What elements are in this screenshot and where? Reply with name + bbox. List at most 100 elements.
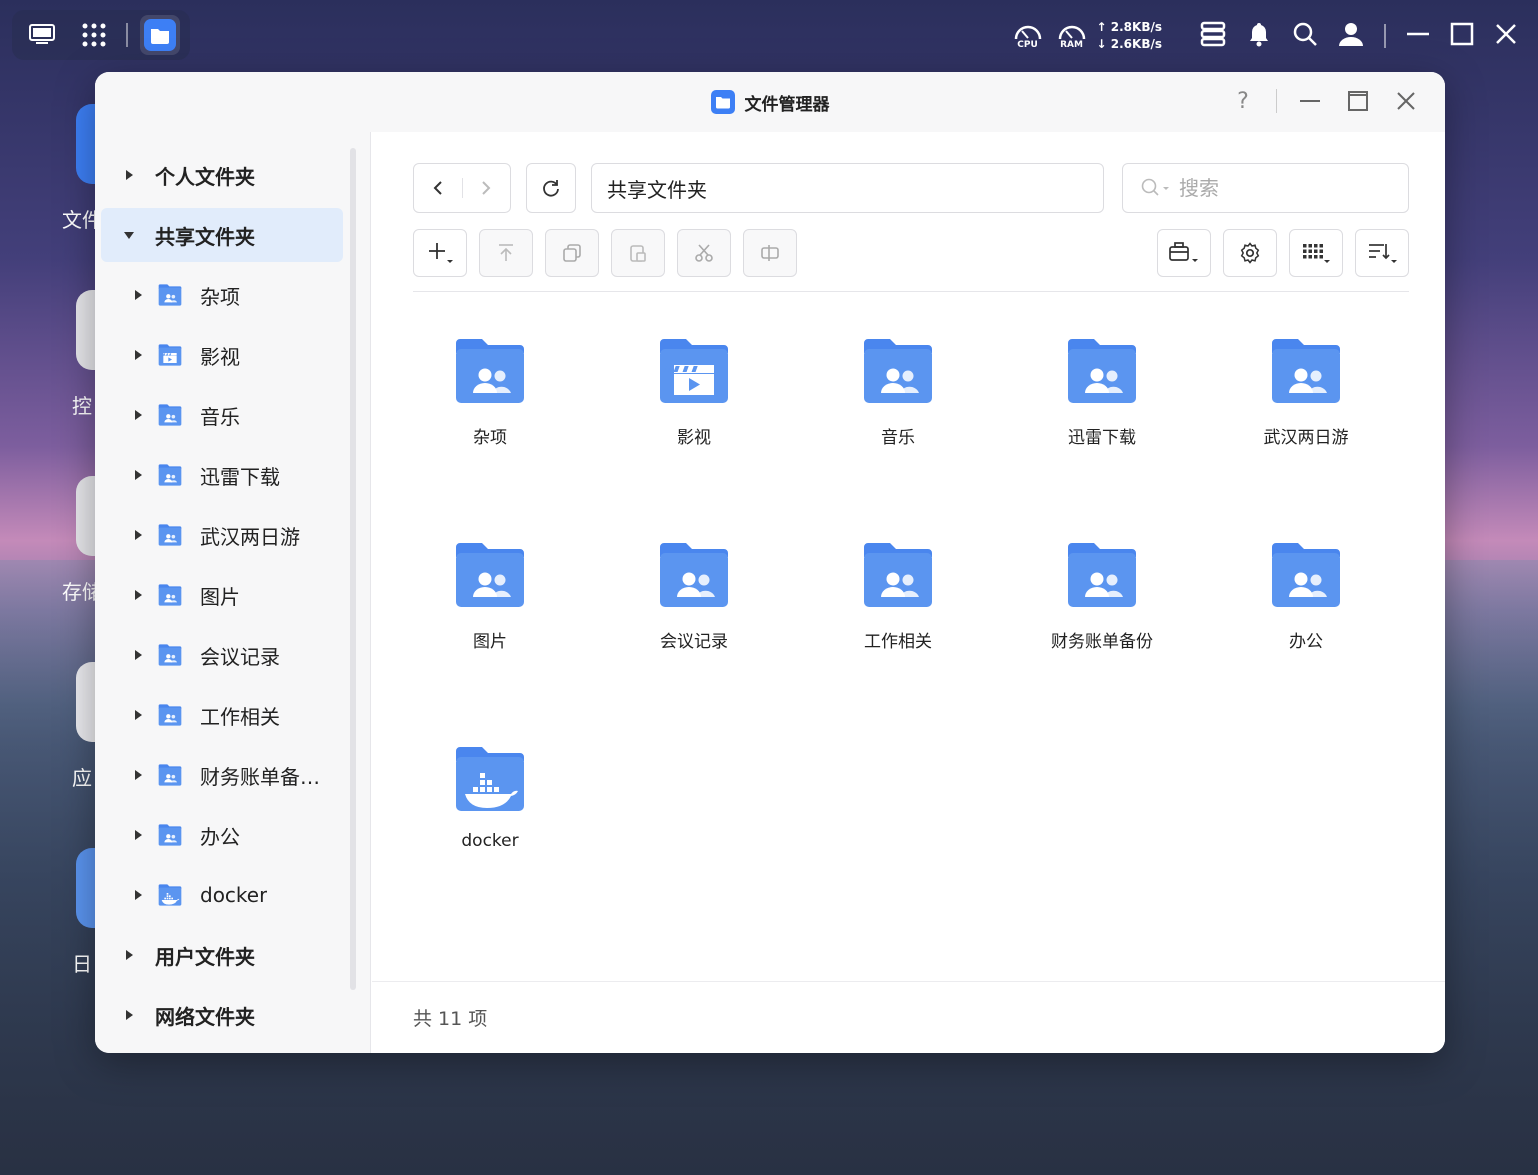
- file-item[interactable]: 武汉两日游: [1216, 335, 1396, 495]
- taskbar-file-manager-button[interactable]: [139, 15, 181, 55]
- file-name: 工作相关: [864, 632, 932, 652]
- global-search-button[interactable]: [1292, 21, 1318, 51]
- gauge-icon: [1014, 25, 1041, 40]
- caret-right-icon[interactable]: [135, 530, 142, 540]
- file-item[interactable]: 工作相关: [808, 539, 988, 699]
- sidebar-root-2[interactable]: 用户文件夹: [101, 928, 343, 982]
- sidebar-item-4[interactable]: 武汉两日游: [101, 508, 343, 562]
- path-bar[interactable]: 共享文件夹: [591, 163, 1104, 213]
- maximize-button[interactable]: [1343, 86, 1373, 116]
- sidebar: 个人文件夹共享文件夹杂项影视音乐迅雷下载武汉两日游图片会议记录工作相关财务账单备…: [95, 132, 371, 1053]
- user-account-button[interactable]: [1338, 21, 1364, 51]
- network-speed[interactable]: ↑ 2.8KB/s ↓ 2.6KB/s: [1097, 19, 1162, 53]
- taskbar-separator: [126, 23, 128, 47]
- grid-view-icon: [1303, 244, 1330, 263]
- file-item[interactable]: docker: [400, 743, 580, 903]
- back-button[interactable]: [414, 164, 462, 212]
- file-item[interactable]: 杂项: [400, 335, 580, 495]
- caret-right-icon[interactable]: [135, 410, 142, 420]
- cpu-gauge[interactable]: CPU: [1013, 22, 1043, 50]
- app-launcher-button[interactable]: [74, 15, 114, 55]
- download-speed: ↓ 2.6KB/s: [1096, 37, 1162, 51]
- file-item[interactable]: 音乐: [808, 335, 988, 495]
- file-name: 迅雷下载: [1068, 428, 1136, 448]
- sidebar-item-label: docker: [200, 883, 268, 907]
- file-item[interactable]: 办公: [1216, 539, 1396, 699]
- sidebar-item-1[interactable]: 影视: [101, 328, 343, 382]
- minimize-button[interactable]: [1295, 86, 1325, 116]
- sidebar-item-8[interactable]: 财务账单备…: [101, 748, 343, 802]
- shared-folder-icon: [1068, 339, 1136, 403]
- desktop-close-button[interactable]: [1494, 22, 1518, 50]
- sort-button[interactable]: [1355, 229, 1409, 277]
- gear-icon: [1240, 242, 1260, 264]
- desktop-icon-label: 日: [72, 952, 92, 976]
- sidebar-root-3[interactable]: 网络文件夹: [101, 988, 343, 1042]
- caret-right-icon[interactable]: [126, 950, 133, 960]
- toolbox-button[interactable]: [1157, 229, 1211, 277]
- file-item[interactable]: 财务账单备份: [1012, 539, 1192, 699]
- file-name: 杂项: [473, 428, 507, 448]
- caret-right-icon[interactable]: [135, 830, 142, 840]
- shared-folder-icon: [1272, 339, 1340, 403]
- file-item[interactable]: 影视: [604, 335, 784, 495]
- settings-button[interactable]: [1223, 229, 1277, 277]
- caret-right-icon[interactable]: [135, 290, 142, 300]
- file-item[interactable]: 图片: [400, 539, 580, 699]
- grid-dots-icon: [82, 23, 106, 47]
- ram-gauge[interactable]: RAM: [1057, 22, 1087, 50]
- notifications-button[interactable]: [1246, 21, 1272, 51]
- sidebar-folder-icon: [157, 583, 183, 611]
- upload-button[interactable]: [479, 229, 533, 277]
- sidebar-item-7[interactable]: 工作相关: [101, 688, 343, 742]
- file-manager-window: 文件管理器 ? 个人文件夹 共享文件夹 杂项 影视 音乐 迅雷下载 武汉两日游 图片 会议记录工…: [95, 72, 1445, 1053]
- sidebar-item-label: 武汉两日游: [200, 524, 300, 549]
- cut-button[interactable]: [677, 229, 731, 277]
- file-item[interactable]: 会议记录: [604, 539, 784, 699]
- sidebar-item-6[interactable]: 会议记录: [101, 628, 343, 682]
- paste-button[interactable]: [611, 229, 665, 277]
- search-input[interactable]: [1179, 176, 1379, 200]
- file-manager-app-icon: [710, 90, 735, 114]
- view-mode-button[interactable]: [1289, 229, 1343, 277]
- sidebar-scrollbar[interactable]: [350, 148, 356, 990]
- caret-right-icon[interactable]: [135, 650, 142, 660]
- file-name: 影视: [677, 428, 711, 448]
- file-item[interactable]: 迅雷下载: [1012, 335, 1192, 495]
- search-icon: [1141, 178, 1169, 196]
- forward-button[interactable]: [462, 164, 510, 212]
- window-titlebar[interactable]: 文件管理器 ?: [95, 72, 1445, 132]
- sidebar-item-2[interactable]: 音乐: [101, 388, 343, 442]
- sidebar-item-label: 会议记录: [200, 644, 280, 669]
- sidebar-item-3[interactable]: 迅雷下载: [101, 448, 343, 502]
- show-desktop-button[interactable]: [22, 15, 62, 55]
- caret-right-icon[interactable]: [135, 350, 142, 360]
- sidebar-root-0[interactable]: 个人文件夹: [101, 148, 343, 202]
- sidebar-item-9[interactable]: 办公: [101, 808, 343, 862]
- refresh-button[interactable]: [526, 163, 576, 213]
- rename-button[interactable]: [743, 229, 797, 277]
- desktop-maximize-button[interactable]: [1450, 22, 1474, 50]
- caret-right-icon[interactable]: [135, 710, 142, 720]
- file-manager-app-icon: [143, 19, 176, 51]
- sidebar-item-10[interactable]: docker: [101, 868, 343, 922]
- caret-right-icon[interactable]: [135, 770, 142, 780]
- desktop-minimize-button[interactable]: [1406, 22, 1430, 50]
- sidebar-folder-icon: [157, 643, 183, 671]
- file-name: 办公: [1289, 632, 1323, 652]
- sidebar-root-1[interactable]: 共享文件夹: [101, 208, 343, 262]
- new-button[interactable]: [413, 229, 467, 277]
- caret-right-icon[interactable]: [126, 170, 133, 180]
- caret-right-icon[interactable]: [135, 470, 142, 480]
- caret-right-icon[interactable]: [135, 890, 142, 900]
- search-box[interactable]: [1122, 163, 1409, 213]
- copy-button[interactable]: [545, 229, 599, 277]
- caret-right-icon[interactable]: [135, 590, 142, 600]
- caret-down-icon[interactable]: [124, 232, 134, 239]
- sidebar-item-5[interactable]: 图片: [101, 568, 343, 622]
- sidebar-item-0[interactable]: 杂项: [101, 268, 343, 322]
- close-button[interactable]: [1391, 86, 1421, 116]
- server-status-button[interactable]: [1200, 21, 1226, 51]
- help-button[interactable]: ?: [1228, 86, 1258, 116]
- caret-right-icon[interactable]: [126, 1010, 133, 1020]
